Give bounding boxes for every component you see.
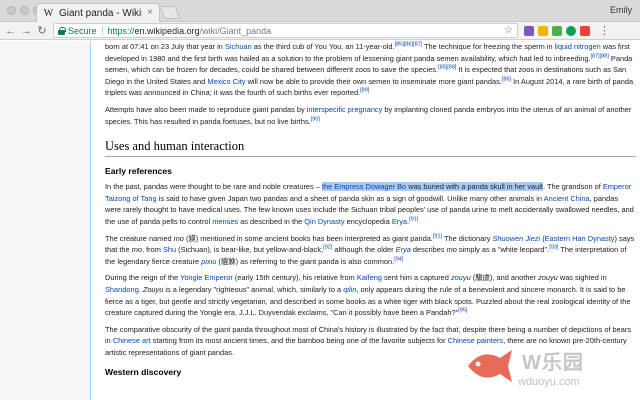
link-mexico-city[interactable]: Mexico City [207, 77, 245, 86]
wikipedia-favicon-icon: W [43, 7, 54, 19]
profile-name[interactable]: Emily [610, 5, 632, 15]
link-shandong[interactable]: Shandong [105, 285, 139, 294]
reference[interactable]: [87][88] [591, 53, 609, 59]
link-sichuan[interactable]: Sichuan [225, 42, 252, 51]
reference[interactable]: [94] [394, 256, 403, 263]
reference[interactable]: [89] [360, 88, 369, 94]
link-pixiu[interactable]: pixiu [201, 257, 216, 266]
browser-toolbar: ← → ↻ Secure https://en.wikipedia.org/wi… [0, 22, 640, 40]
paragraph-early-2: The creature named mo (貘) mentioned in s… [105, 233, 635, 266]
link-eastern-han-dynasty[interactable]: Eastern Han Dynasty [545, 234, 615, 243]
url-text[interactable]: https://en.wikipedia.org/wiki/Giant_pand… [108, 26, 272, 36]
back-arrow-icon[interactable]: ← [5, 24, 16, 38]
link-qin-dynasty[interactable]: Qin Dynasty [304, 217, 344, 226]
extension-icons [524, 25, 590, 36]
address-separator [101, 26, 103, 35]
subsection-heading-early-references: Early references [105, 166, 172, 177]
chrome-menu-icon[interactable]: ⋮ [599, 25, 610, 36]
paragraph-early-1: In the past, pandas were thought to be r… [105, 182, 634, 226]
url-path: /wiki/Giant_panda [199, 25, 272, 36]
forward-arrow-icon[interactable]: → [21, 24, 32, 38]
link-yongle-emperor[interactable]: Yongle Emperor [180, 273, 233, 282]
extension-icon[interactable] [580, 25, 590, 36]
extension-icon[interactable] [552, 25, 562, 36]
url-scheme: https:// [107, 25, 135, 36]
tab-giant-panda[interactable]: W Giant panda - Wikipedia × [36, 3, 160, 22]
link-liquid-nitrogen[interactable]: liquid nitrogen [555, 42, 601, 51]
watermark-name: W乐园 [522, 352, 584, 374]
paragraph-reproduction: born at 07:41 on 23 July that year in Si… [105, 41, 634, 98]
minimize-window-icon[interactable] [20, 6, 29, 15]
close-window-icon[interactable] [7, 6, 16, 15]
link-ancient-china[interactable]: Ancient China [544, 194, 590, 203]
paragraph-early-3: During the reign of the Yongle Emperor (… [105, 273, 631, 318]
extension-icon[interactable] [524, 25, 534, 36]
secure-label[interactable]: Secure [68, 26, 97, 36]
reference[interactable]: [85][88] [438, 65, 456, 71]
page-viewport[interactable]: born at 07:41 on 23 July that year in Si… [0, 41, 640, 400]
reference[interactable]: [90] [311, 116, 320, 122]
paragraph-interspecific: Attempts have also been made to reproduc… [105, 104, 632, 126]
link-chinese-art[interactable]: Chinese art [113, 336, 151, 345]
watermark-url: wduoyu.com [518, 376, 580, 388]
address-bar[interactable]: Secure https://en.wikipedia.org/wiki/Gia… [53, 23, 518, 38]
selected-text[interactable]: was buried with a panda skull in her vau… [406, 182, 543, 192]
section-heading-uses: Uses and human interaction [105, 139, 636, 158]
link-shuowen-jiezi[interactable]: Shuowen Jiezi [492, 234, 540, 243]
link-menses[interactable]: menses [212, 217, 238, 226]
link-interspecific-pregnancy[interactable]: interspecific pregnancy [307, 105, 383, 114]
tab-strip: W Giant panda - Wikipedia × Emily [0, 0, 640, 22]
reference[interactable]: [92] [323, 245, 332, 251]
close-tab-icon[interactable]: × [147, 8, 153, 18]
fish-logo-icon [468, 350, 512, 382]
url-host: en.wikipedia.org [134, 25, 200, 36]
reference[interactable]: [91] [409, 216, 418, 223]
new-tab-button[interactable] [159, 6, 181, 19]
extension-icon[interactable] [538, 25, 548, 36]
reference[interactable]: [95] [458, 308, 467, 314]
bookmark-star-icon[interactable]: ☆ [504, 25, 513, 36]
reference[interactable]: [91] [433, 233, 442, 239]
link-erya-2[interactable]: Erya [396, 245, 411, 254]
link-qilin[interactable]: qilin [343, 285, 356, 294]
link-erya[interactable]: Erya [392, 217, 407, 226]
reference[interactable]: [85][86][87] [395, 42, 423, 48]
link-shu[interactable]: Shu [163, 245, 176, 254]
watermark: W乐园 wduoyu.com [456, 340, 636, 398]
link-empress-dowager-bo[interactable]: the Empress Dowager Bo [321, 182, 407, 192]
reload-icon[interactable]: ↻ [37, 24, 47, 38]
tab-title: Giant panda - Wikipedia [59, 7, 142, 19]
lock-icon[interactable] [58, 26, 66, 35]
link-zouyu[interactable]: zouyu [451, 273, 471, 282]
link-kaifeng[interactable]: Kaifeng [357, 273, 382, 282]
reference[interactable]: [86] [502, 76, 511, 83]
extension-icon[interactable] [566, 25, 576, 36]
